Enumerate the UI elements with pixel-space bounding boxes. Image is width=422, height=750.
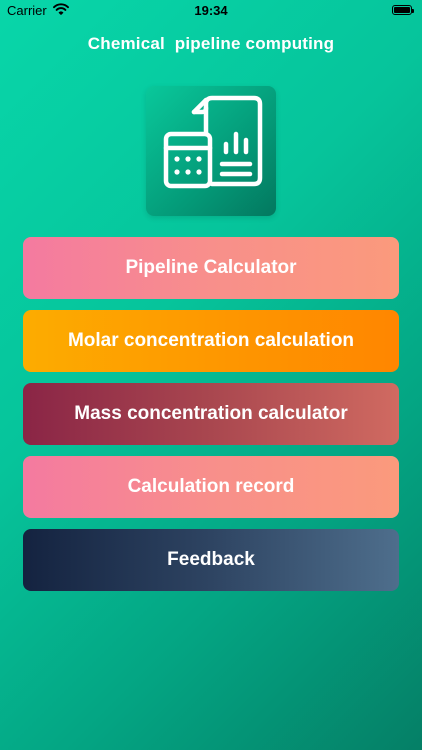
app-logo bbox=[146, 86, 276, 216]
wifi-icon bbox=[52, 3, 69, 18]
status-right bbox=[392, 5, 414, 15]
pipeline-calculator-button[interactable]: Pipeline Calculator bbox=[23, 237, 399, 299]
calculator-document-chart-icon bbox=[163, 95, 263, 189]
main-menu: Pipeline Calculator Molar concentration … bbox=[23, 237, 399, 602]
carrier-label: Carrier bbox=[7, 3, 47, 18]
page-title: Chemical pipeline computing bbox=[87, 34, 335, 53]
mass-concentration-button[interactable]: Mass concentration calculator bbox=[23, 383, 399, 445]
feedback-button[interactable]: Feedback bbox=[23, 529, 399, 591]
calculation-record-button[interactable]: Calculation record bbox=[23, 456, 399, 518]
app-screen: Carrier 19:34 Chemical pipeline computin… bbox=[0, 0, 422, 750]
battery-icon bbox=[392, 5, 414, 15]
status-bar: Carrier 19:34 bbox=[0, 0, 422, 22]
status-left: Carrier bbox=[7, 3, 69, 18]
molar-concentration-button[interactable]: Molar concentration calculation bbox=[23, 310, 399, 372]
